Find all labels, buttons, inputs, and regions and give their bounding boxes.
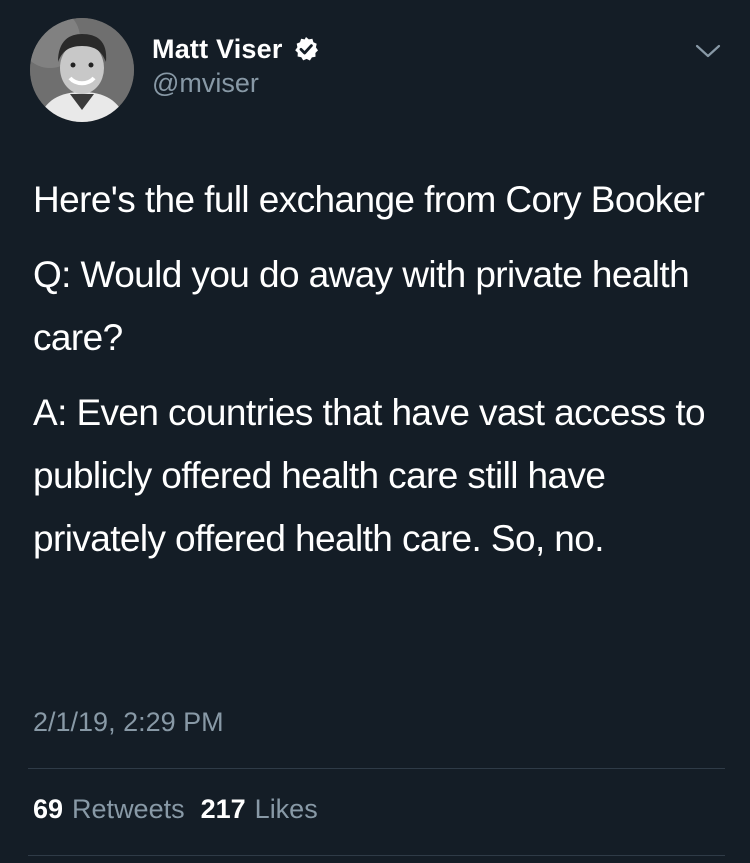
author-name-row: Matt Viser xyxy=(152,32,319,66)
tweet-stats: 69 Retweets 217 Likes xyxy=(33,794,318,825)
profile-photo-icon xyxy=(30,18,134,122)
retweets-count: 69 xyxy=(33,794,64,824)
likes-count: 217 xyxy=(200,794,246,824)
retweets-label: Retweets xyxy=(72,794,185,824)
likes-label: Likes xyxy=(254,794,318,824)
tweet-timestamp[interactable]: 2/1/19, 2:29 PM xyxy=(33,707,224,738)
divider xyxy=(28,768,725,769)
tweet-paragraph: Here's the full exchange from Cory Booke… xyxy=(33,179,705,220)
retweets-stat[interactable]: 69 Retweets xyxy=(33,794,185,825)
author-handle[interactable]: @mviser xyxy=(152,68,259,99)
avatar[interactable] xyxy=(30,18,134,122)
chevron-down-icon[interactable] xyxy=(693,40,723,62)
tweet-paragraph: A: Even countries that have vast access … xyxy=(33,392,706,559)
tweet-paragraph: Q: Would you do away with private health… xyxy=(33,254,690,358)
author-display-name[interactable]: Matt Viser xyxy=(152,34,283,65)
divider xyxy=(28,855,725,856)
tweet-text: Here's the full exchange from Cory Booke… xyxy=(33,168,723,582)
tweet-card: Matt Viser @mviser Here's the full excha… xyxy=(0,0,750,863)
likes-stat[interactable]: 217 Likes xyxy=(201,794,318,825)
verified-badge-icon xyxy=(293,36,319,62)
